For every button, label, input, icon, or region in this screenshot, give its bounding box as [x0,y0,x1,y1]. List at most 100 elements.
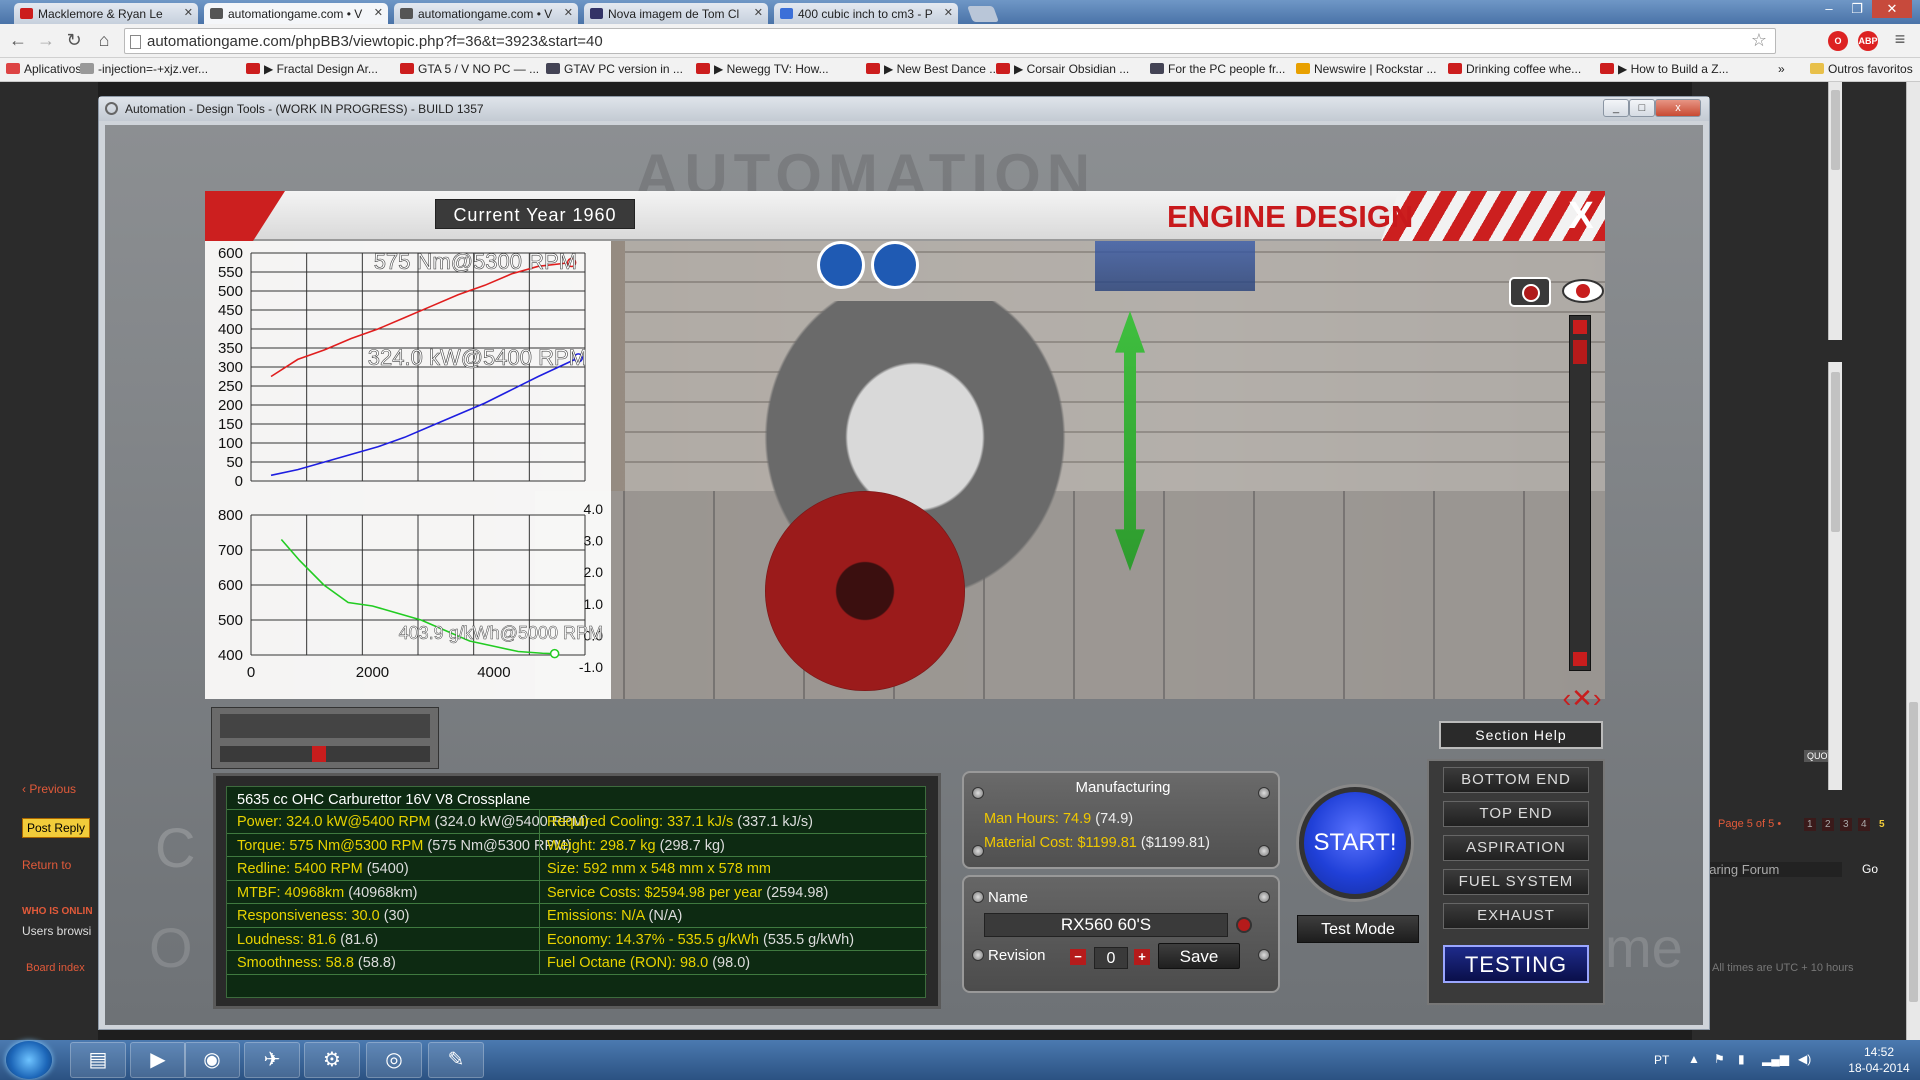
game-maximize-button[interactable]: □ [1629,99,1655,117]
rotate-view-icon[interactable]: ‹✕› [1559,683,1605,713]
zoom-down-icon[interactable] [1573,652,1587,666]
steam-icon[interactable]: ⚙ [304,1042,360,1078]
menu-bottom-end[interactable]: BOTTOM END [1443,767,1589,793]
bookmark-item[interactable]: GTAV PC version in ... [546,62,683,76]
bookmark-icon [1150,63,1164,74]
zoom-slider-thumb[interactable] [1573,340,1587,364]
back-icon[interactable]: ← [6,30,30,51]
y-tick-label: 0 [235,473,243,490]
game-minimize-button[interactable]: _ [1603,99,1629,117]
post-reply-button[interactable]: Post Reply [22,818,91,838]
page-number-link[interactable]: 2 [1822,818,1834,831]
bookmark-item[interactable]: ▶ Newegg TV: How... [696,62,829,76]
zoom-up-icon[interactable] [1573,320,1587,334]
app-icon [105,102,118,115]
previous-link[interactable]: ‹ Previous [22,782,76,796]
signal-icon[interactable]: ▂▄▆ [1762,1052,1789,1066]
home-icon[interactable]: ⌂ [92,30,116,51]
go-button[interactable]: Go [1862,862,1878,876]
eye-icon[interactable] [1561,275,1605,307]
camera-icon[interactable] [1509,277,1551,307]
plane-icon[interactable]: ✈ [244,1042,300,1078]
page-scrollbar-top[interactable] [1828,82,1842,340]
menu-top-end[interactable]: TOP END [1443,801,1589,827]
revision-increase-button[interactable]: + [1134,949,1150,965]
flag-icon[interactable]: ⚑ [1714,1052,1725,1066]
page-scrollbar-middle[interactable] [1828,362,1842,790]
menu-fuel-system[interactable]: FUEL SYSTEM [1443,869,1589,895]
browser-tab-bar: Macklemore & Ryan Le ✕ automationgame.com … [0,0,1920,24]
board-index-link[interactable]: Board index [26,962,85,974]
clear-name-icon[interactable] [1236,917,1252,933]
bookmark-item[interactable]: For the PC people fr... [1150,62,1285,76]
rpm-slider-panel[interactable] [211,707,439,769]
menu-icon[interactable]: ≡ [1888,29,1912,50]
zoom-slider[interactable] [1569,315,1591,671]
chrome-icon[interactable]: ◉ [184,1042,240,1078]
page-number-link[interactable]: 1 [1804,818,1816,831]
tab-close-icon[interactable]: ✕ [754,6,763,19]
tray-arrow-icon[interactable]: ▲ [1688,1052,1700,1066]
windows-start-button[interactable] [6,1041,52,1079]
stat-base-value: (58.8) [357,955,396,971]
start-button[interactable]: START! [1299,787,1411,899]
game-close-button[interactable]: x [1655,99,1701,117]
browser-tab[interactable]: automationgame.com • V ✕ [204,3,388,24]
language-indicator[interactable]: PT [1654,1053,1669,1067]
menu-testing[interactable]: TESTING [1443,945,1589,983]
forum-jump-select[interactable]: haring Forum [1702,862,1842,877]
tab-close-icon[interactable]: ✕ [184,6,193,19]
other-bookmarks[interactable]: Outros favoritos [1810,62,1913,76]
game-icon[interactable]: ◎ [366,1042,422,1078]
page-number-link[interactable]: 4 [1858,818,1870,831]
automation-icon[interactable]: ✎ [428,1042,484,1078]
bookmark-item[interactable]: ▶ New Best Dance ... [866,62,999,76]
tab-close-icon[interactable]: ✕ [564,6,573,19]
bookmark-item[interactable]: Aplicativos [6,62,81,76]
browser-tab[interactable]: automationgame.com • V ✕ [394,3,578,24]
new-tab-button[interactable] [967,6,999,22]
close-window-button[interactable]: ✕ [1872,0,1912,18]
restore-window-button[interactable]: ❐ [1844,0,1870,18]
adblock-icon[interactable]: ABP [1858,31,1878,51]
browser-tab[interactable]: 400 cubic inch to cm3 - P ✕ [774,3,958,24]
page-number-link[interactable]: 5 [1876,818,1888,831]
rpm-slider-knob[interactable] [312,746,326,762]
star-icon[interactable]: ☆ [1751,30,1767,51]
test-mode-button[interactable]: Test Mode [1297,915,1419,943]
bookmark-item[interactable]: Newswire | Rockstar ... [1296,62,1436,76]
bookmark-item[interactable]: -injection=-+xjz.ver... [80,62,208,76]
bookmark-item[interactable]: GTA 5 / V NO PC — ... [400,62,539,76]
revision-decrease-button[interactable]: − [1070,949,1086,965]
return-link[interactable]: Return to [22,858,71,872]
bookmark-icon [1600,63,1614,74]
stat-left-row: Torque: 575 Nm@5300 RPM (575 Nm@5300 RPM… [237,835,571,858]
bookmark-item[interactable]: ▶ How to Build a Z... [1600,62,1729,76]
network-icon[interactable]: ▮ [1738,1052,1745,1066]
browser-tab[interactable]: Macklemore & Ryan Le ✕ [14,3,198,24]
volume-icon[interactable]: ◀) [1798,1052,1811,1066]
page-number-link[interactable]: 3 [1840,818,1852,831]
browser-scrollbar[interactable] [1906,82,1920,1040]
close-design-button[interactable]: X [1561,195,1601,237]
menu-aspiration[interactable]: ASPIRATION [1443,835,1589,861]
tab-close-icon[interactable]: ✕ [944,6,953,19]
bookmark-item[interactable]: ▶ Corsair Obsidian ... [996,62,1129,76]
media-player-icon[interactable]: ▶ [130,1042,186,1078]
engine-name-input[interactable]: RX560 60'S [984,913,1228,937]
opera-icon[interactable]: O [1828,31,1848,51]
tab-close-icon[interactable]: ✕ [374,6,383,19]
reload-icon[interactable]: ↻ [62,30,86,51]
bookmarks-overflow[interactable]: » [1778,62,1785,76]
folder-icon[interactable]: ▤ [70,1042,126,1078]
bookmark-item[interactable]: Drinking coffee whe... [1448,62,1581,76]
address-bar[interactable]: automationgame.com/phpBB3/viewtopic.php?… [124,28,1776,54]
menu-exhaust[interactable]: EXHAUST [1443,903,1589,929]
minimize-window-button[interactable]: – [1816,0,1842,18]
forward-icon[interactable]: → [34,30,58,51]
section-help-button[interactable]: Section Help [1439,721,1603,749]
clock[interactable]: 14:52 18-04-2014 [1844,1044,1914,1076]
save-button[interactable]: Save [1158,943,1240,969]
bookmark-item[interactable]: ▶ Fractal Design Ar... [246,62,378,76]
browser-tab[interactable]: Nova imagem de Tom Cl ✕ [584,3,768,24]
